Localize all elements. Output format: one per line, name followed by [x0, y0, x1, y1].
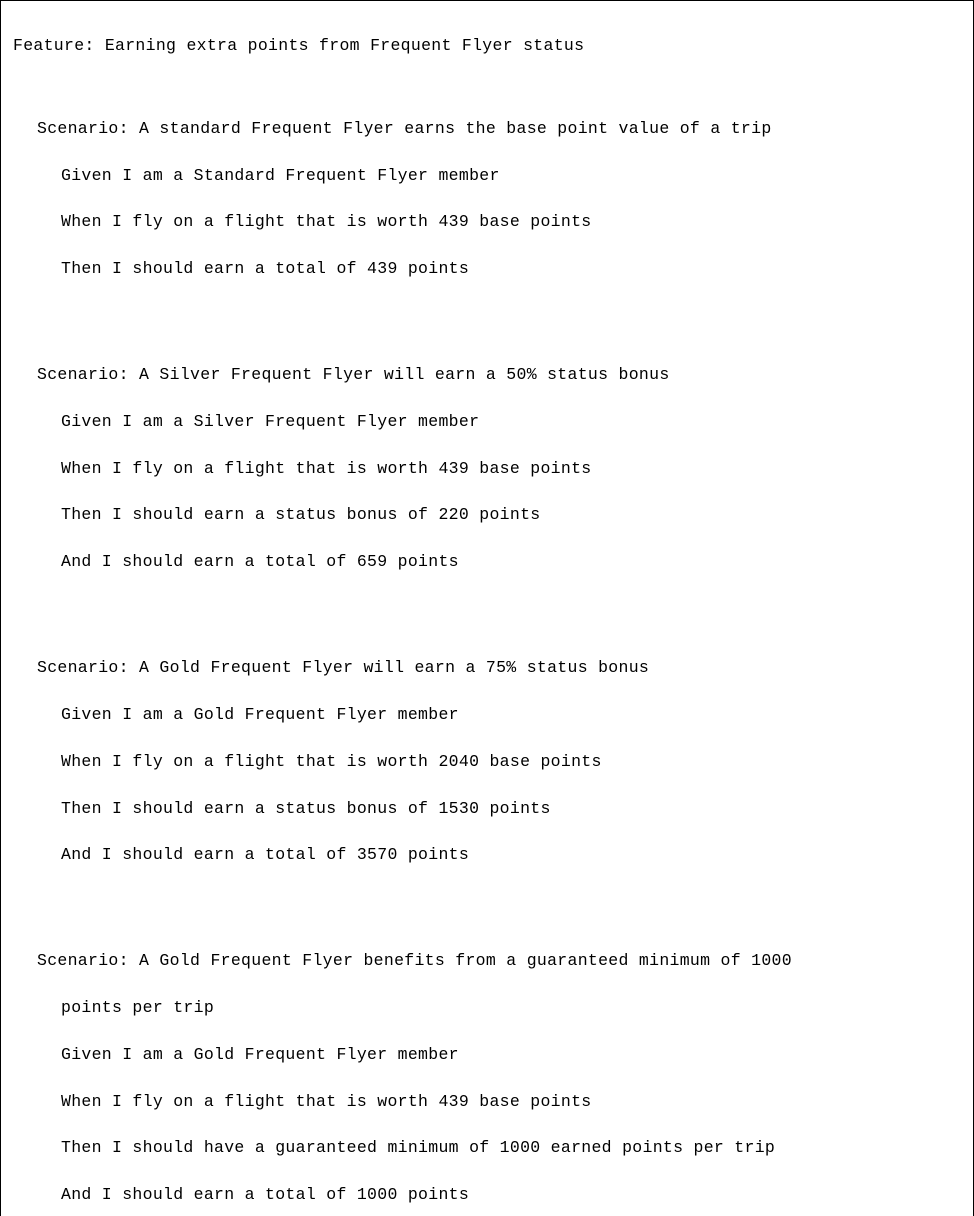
- step-line: And I should earn a total of 3570 points: [13, 843, 961, 866]
- scenario-title: A standard Frequent Flyer earns the base…: [139, 119, 772, 138]
- step-line: When I fly on a flight that is worth 439…: [13, 457, 961, 480]
- feature-keyword: Feature:: [13, 36, 95, 55]
- scenario-title: A Silver Frequent Flyer will earn a 50% …: [139, 365, 669, 384]
- step-line: When I fly on a flight that is worth 439…: [13, 210, 961, 233]
- scenario-title: A Gold Frequent Flyer will earn a 75% st…: [139, 658, 649, 677]
- step-line: Given I am a Gold Frequent Flyer member: [13, 703, 961, 726]
- step-line: When I fly on a flight that is worth 204…: [13, 750, 961, 773]
- scenario-keyword: Scenario:: [37, 119, 129, 138]
- step-line: And I should earn a total of 659 points: [13, 550, 961, 573]
- scenario-title-line: Scenario: A Gold Frequent Flyer benefits…: [13, 949, 961, 972]
- step-line: Given I am a Gold Frequent Flyer member: [13, 1043, 961, 1066]
- scenario-block: Scenario: A Silver Frequent Flyer will e…: [13, 339, 961, 597]
- scenario-title-line: Scenario: A Gold Frequent Flyer will ear…: [13, 656, 961, 679]
- step-line: Then I should have a guaranteed minimum …: [13, 1136, 961, 1159]
- scenario-keyword: Scenario:: [37, 951, 129, 970]
- scenario-block: Scenario: A Gold Frequent Flyer benefits…: [13, 926, 961, 1216]
- step-line: Then I should earn a status bonus of 220…: [13, 503, 961, 526]
- feature-line: Feature: Earning extra points from Frequ…: [13, 34, 961, 57]
- scenario-keyword: Scenario:: [37, 365, 129, 384]
- step-line: And I should earn a total of 1000 points: [13, 1183, 961, 1206]
- step-line: When I fly on a flight that is worth 439…: [13, 1090, 961, 1113]
- scenario-title: A Gold Frequent Flyer benefits from a gu…: [139, 951, 792, 970]
- scenario-block: Scenario: A Gold Frequent Flyer will ear…: [13, 633, 961, 891]
- scenario-title-continuation: points per trip: [13, 996, 961, 1019]
- step-line: Given I am a Standard Frequent Flyer mem…: [13, 164, 961, 187]
- step-line: Then I should earn a status bonus of 153…: [13, 797, 961, 820]
- gherkin-feature-file: Feature: Earning extra points from Frequ…: [0, 0, 974, 1216]
- scenario-title-line: Scenario: A standard Frequent Flyer earn…: [13, 117, 961, 140]
- step-line: Given I am a Silver Frequent Flyer membe…: [13, 410, 961, 433]
- scenario-title-line: Scenario: A Silver Frequent Flyer will e…: [13, 363, 961, 386]
- feature-title: Earning extra points from Frequent Flyer…: [105, 36, 584, 55]
- step-line: Then I should earn a total of 439 points: [13, 257, 961, 280]
- scenario-block: Scenario: A standard Frequent Flyer earn…: [13, 93, 961, 304]
- scenario-keyword: Scenario:: [37, 658, 129, 677]
